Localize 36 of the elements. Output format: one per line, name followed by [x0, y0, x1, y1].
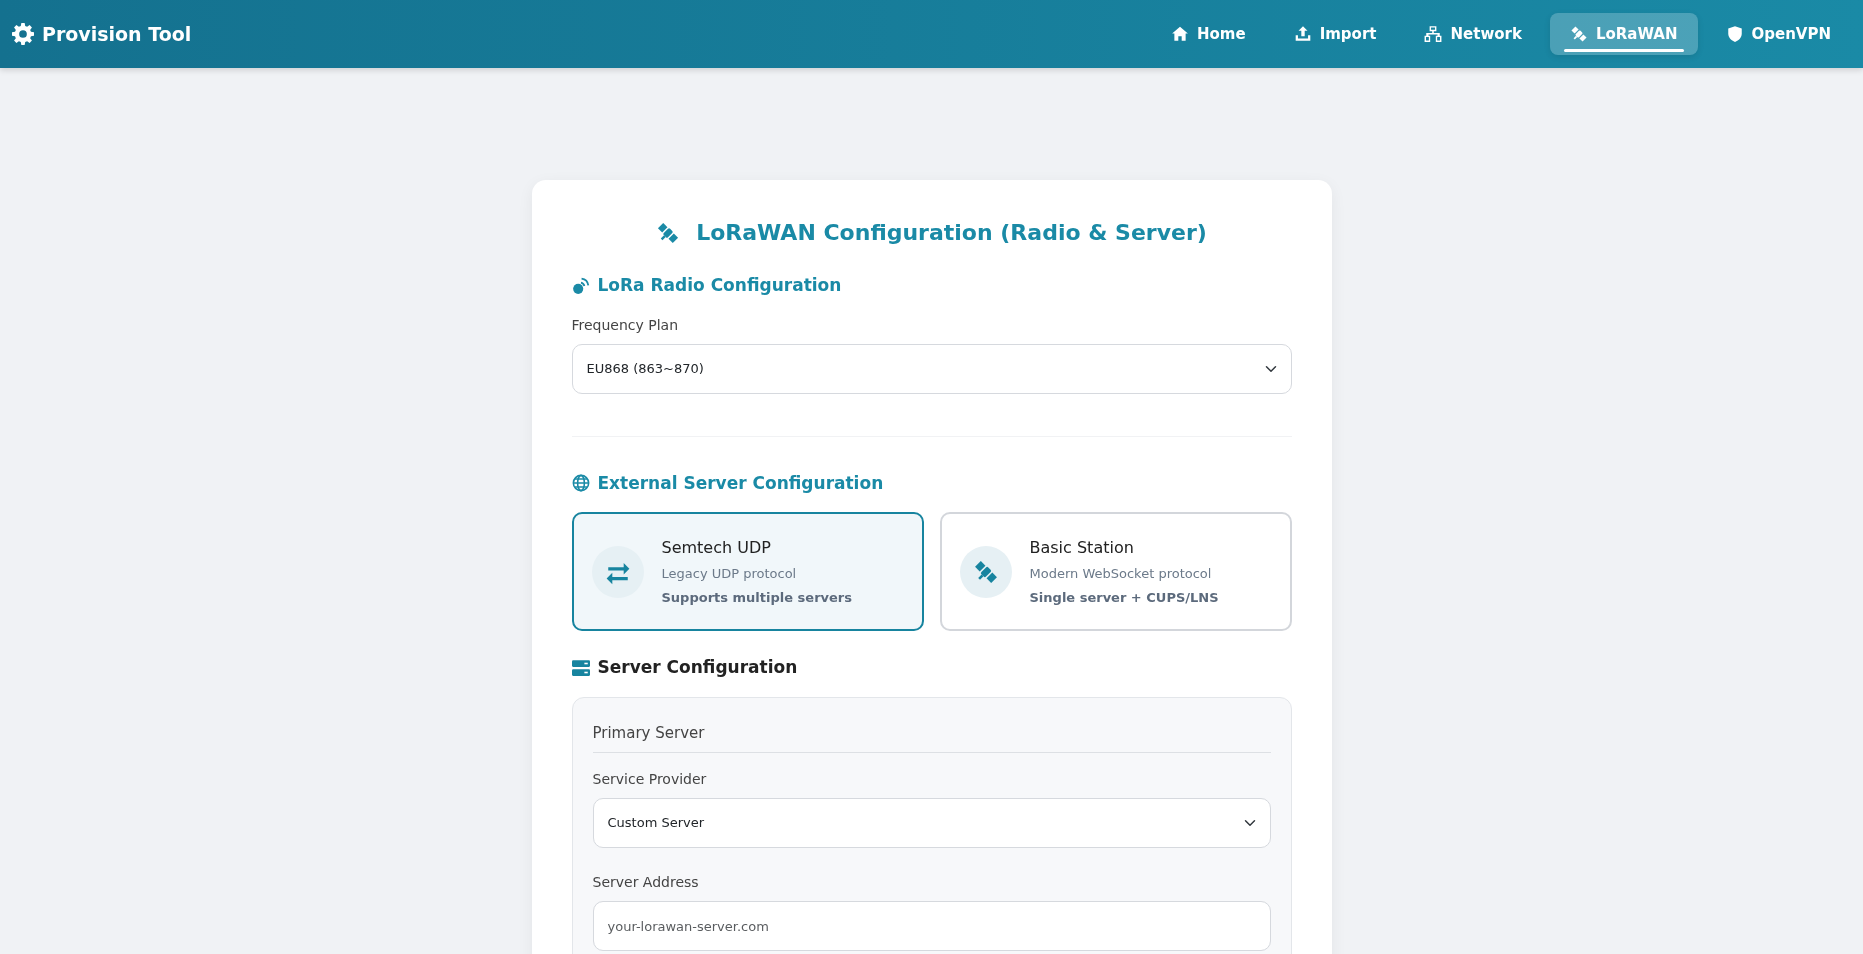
protocol-option[interactable]: Semtech UDP Legacy UDP protocol Supports multiple servers [571, 512, 924, 631]
section-heading: Server Configuration [597, 656, 798, 679]
option-note: Single server + CUPS/LNS [1029, 588, 1219, 607]
nav-tab[interactable]: Import [1273, 12, 1397, 56]
option-description: Legacy UDP protocol [661, 565, 798, 583]
satellite-icon [656, 220, 681, 245]
nav-tab[interactable]: Home [1151, 12, 1266, 56]
gear-icon [12, 23, 34, 45]
card-title: LoRaWAN Configuration (Radio & Server) [696, 219, 1207, 247]
home-icon [1171, 25, 1189, 43]
satellite-icon [1569, 25, 1588, 43]
satellite-icon [972, 558, 999, 585]
field-label: Server Address [592, 873, 700, 892]
server-icon [571, 658, 590, 677]
protocol-option[interactable]: Basic Station Modern WebSocket protocol Single server + CUPS/LNS [939, 512, 1292, 631]
section-heading: External Server Configuration [597, 471, 884, 495]
option-title: Basic Station [1029, 537, 1135, 559]
field-label: Frequency Plan [571, 315, 680, 335]
option-description: Modern WebSocket protocol [1029, 565, 1213, 583]
shield-icon [1725, 25, 1744, 43]
dropdown-field[interactable]: Custom Server [592, 798, 1271, 848]
dropdown-field[interactable]: EU868 (863~870) [571, 343, 1292, 394]
nav-tab[interactable]: OpenVPN [1705, 12, 1851, 56]
globe-icon [571, 474, 590, 493]
option-title: Semtech UDP [661, 537, 772, 559]
upload-icon [1293, 25, 1312, 43]
panel-title: Primary Server [592, 717, 1271, 753]
antenna-icon [571, 276, 590, 295]
brand-title: Provision Tool [42, 21, 192, 47]
option-note: Supports multiple servers [661, 588, 852, 607]
section-heading: LoRa Radio Configuration [597, 274, 842, 297]
nav-tab[interactable]: Network [1404, 12, 1542, 56]
network-icon [1424, 25, 1443, 43]
field-label: Service Provider [592, 770, 708, 789]
input-field[interactable]: your-lorawan-server.com [592, 901, 1271, 951]
nav-tab[interactable]: LoRaWAN [1549, 12, 1698, 56]
